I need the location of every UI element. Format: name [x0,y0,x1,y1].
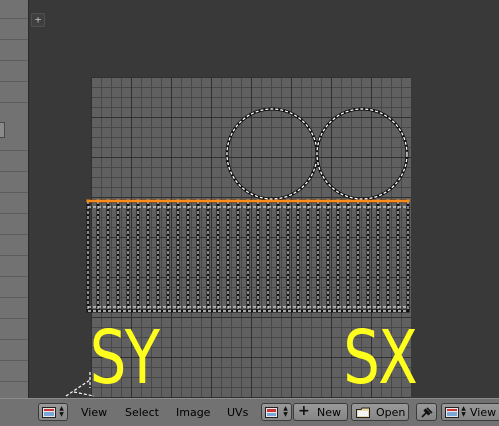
image-browse-updown-icon: ▲ ▼ [283,405,288,418]
image-browse-button[interactable]: ▲ ▼ [261,403,292,421]
image-editor-header: ▲▼ View Select Image UVs ▲▼ + New Open [0,398,499,426]
plus-icon: + [298,403,310,419]
new-image-button[interactable]: + New [293,403,348,421]
image-browse-icon [265,407,278,418]
annotations: SY SX [65,314,418,398]
menu-select[interactable]: Select [125,406,159,419]
uv-selected-vertex [296,199,300,203]
uv-selected-vertex [316,199,320,203]
uv-selected-vertex [356,199,360,203]
view-display-label: View [470,406,497,419]
uv-selected-vertex [376,199,380,203]
open-image-label: Open [376,406,406,419]
uv-selected-vertex [86,199,90,203]
menu-view[interactable]: View [81,406,107,419]
uv-selected-vertex [236,199,240,203]
annotation-sy: SY [90,314,161,398]
annotation-sx: SX [343,314,416,398]
image-editor-icon [42,407,56,418]
uv-selected-vertex [276,199,280,203]
menu-image[interactable]: Image [176,406,210,419]
uv-selected-vertex [166,199,170,203]
view-display-updown-icon: ▲ ▼ [461,405,466,418]
uv-selected-vertex [136,199,140,203]
uv-selected-vertex [156,199,160,203]
uv-selected-vertex [146,199,150,203]
uv-circle-2 [316,108,408,200]
uv-selected-vertex [106,199,110,203]
editor-type-button[interactable]: ▲ ▼ [38,403,68,421]
uv-mesh-overlay[interactable]: SY SX [0,0,499,398]
uv-selected-vertex [266,199,270,203]
uv-selected-vertex [126,199,130,203]
editor-type-updown-icon: ▲ ▼ [59,405,64,418]
image-editor-icon [445,407,459,418]
pin-icon [421,407,433,418]
uv-mesh[interactable] [86,107,410,313]
uv-selected-vertex [326,199,330,203]
uv-selected-vertex [246,199,250,203]
pin-button[interactable] [416,403,437,421]
uv-selected-vertex [196,199,200,203]
uv-selected-vertex [336,199,340,203]
uv-selected-vertex [216,199,220,203]
uv-selected-vertex [226,199,230,203]
uv-selected-vertex [116,199,120,203]
uv-selected-vertex [406,199,410,203]
uv-selected-vertex [176,199,180,203]
open-image-button[interactable]: Open [351,403,409,421]
uv-circle-1 [226,108,318,200]
uv-selected-vertex [386,199,390,203]
uv-selected-vertex [96,199,100,203]
uv-selected-vertex [186,199,190,203]
uv-selected-vertex [366,199,370,203]
uv-selected-vertex [306,199,310,203]
uv-selected-vertex [256,199,260,203]
uv-selected-vertex [346,199,350,203]
uv-selected-vertex [286,199,290,203]
menu-uvs[interactable]: UVs [227,406,248,419]
uv-selected-vertex [396,199,400,203]
view-display-button[interactable]: ▲ ▼ View [441,403,499,421]
new-image-label: New [317,406,341,419]
uv-selected-vertex [206,199,210,203]
folder-icon [356,407,370,418]
